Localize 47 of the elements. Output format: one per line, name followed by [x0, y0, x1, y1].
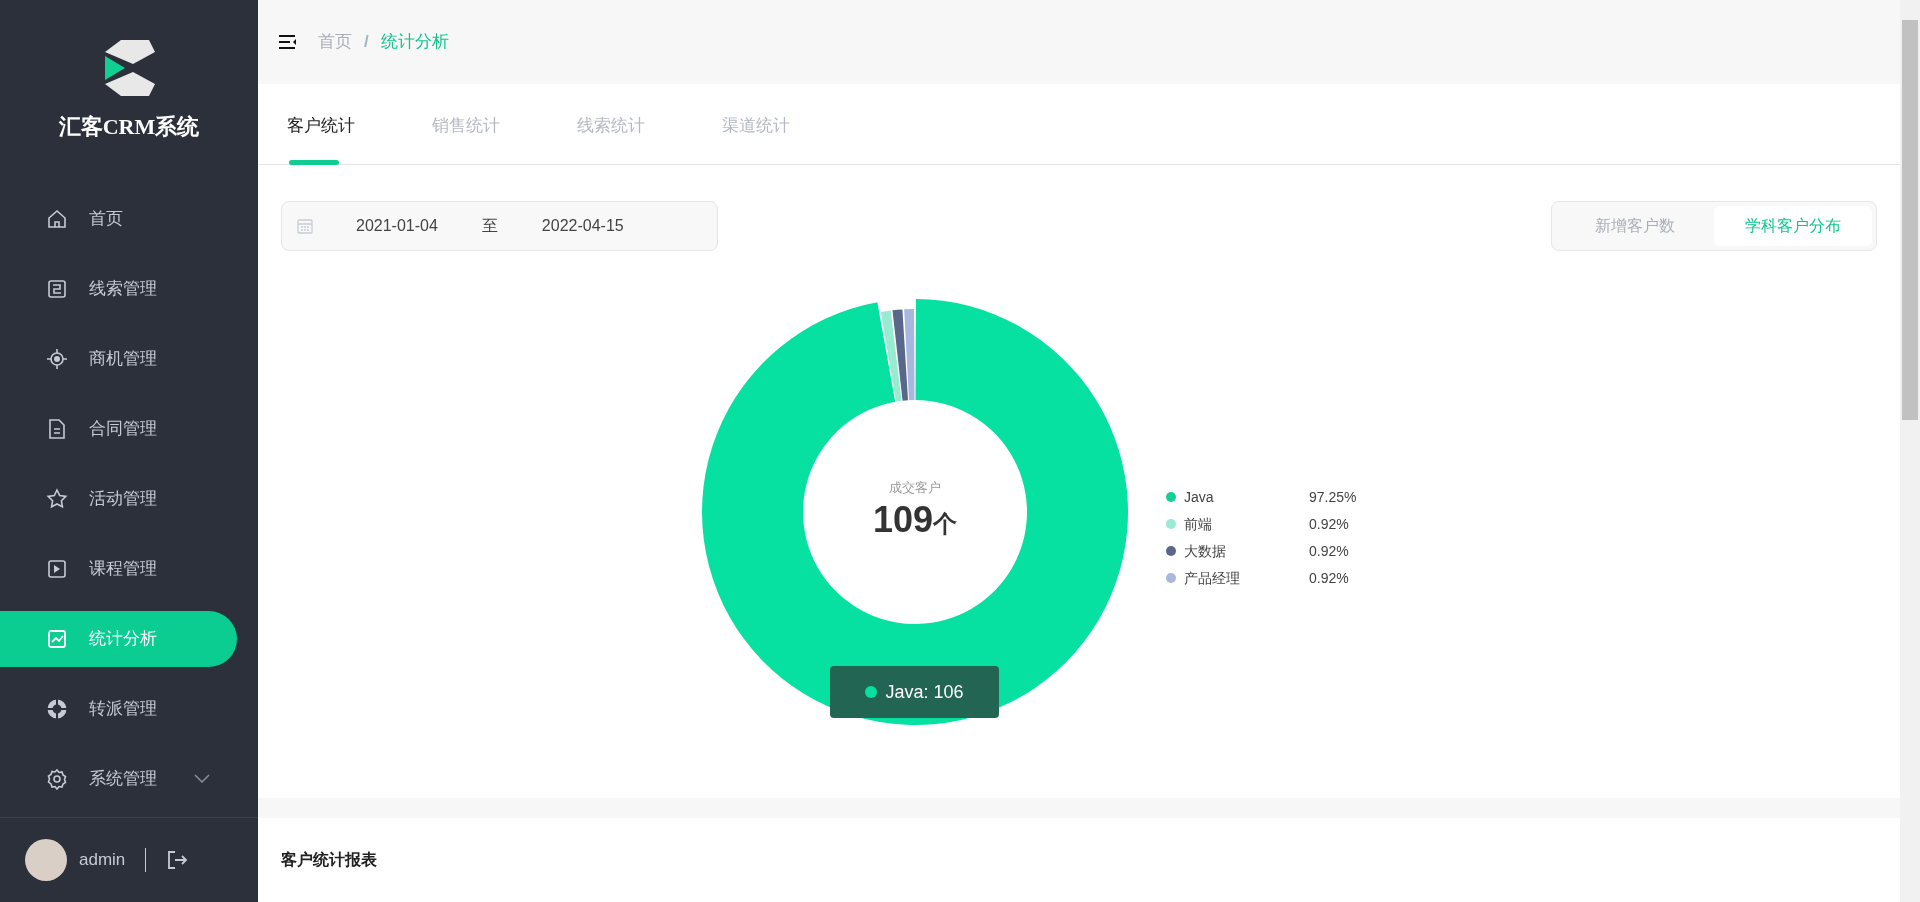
nav-item[interactable]: 系统管理 [0, 751, 237, 807]
date-range-field[interactable]: 2021-01-04 至 2022-04-15 [281, 201, 718, 251]
ring-icon [46, 698, 68, 720]
legend-value: 0.92% [1309, 568, 1349, 588]
nav-item[interactable]: 转派管理 [0, 681, 237, 737]
calendar-icon [297, 218, 313, 234]
home-icon [46, 208, 68, 230]
legend-label: 前端 [1184, 514, 1213, 534]
donut-slice[interactable] [892, 309, 909, 401]
target-icon [46, 348, 68, 370]
tooltip: Java: 106 [830, 666, 999, 718]
center-value: 109个 [872, 498, 958, 543]
tab[interactable]: 客户统计 [281, 84, 426, 164]
chevron-icon[interactable] [194, 774, 210, 784]
legend-label: 产品经理 [1184, 568, 1241, 588]
nav-item[interactable]: 课程管理 [0, 541, 237, 597]
section-title: 客户统计报表 [281, 851, 377, 868]
logout-icon[interactable] [166, 849, 189, 871]
range-separator: 至 [481, 216, 498, 236]
app-title: 汇客CRM系统 [58, 113, 200, 141]
document-icon [46, 278, 68, 300]
nav-item[interactable]: 活动管理 [0, 471, 237, 527]
avatar[interactable] [25, 839, 67, 881]
legend-value: 0.92% [1309, 514, 1349, 534]
play-icon [46, 558, 68, 580]
star-icon [46, 488, 68, 510]
nav-item[interactable]: 首页 [0, 191, 237, 247]
legend-label: Java [1184, 487, 1215, 507]
logo-icon [103, 38, 155, 98]
start-date: 2021-01-04 [356, 216, 438, 236]
legend-value: 97.25% [1309, 487, 1357, 507]
user-name: admin [79, 849, 126, 872]
donut-slice[interactable] [702, 299, 1128, 725]
breadcrumb-separator: / [364, 31, 369, 54]
nav-item[interactable]: 商机管理 [0, 331, 237, 387]
center-label: 成交客户 [889, 478, 941, 497]
donut-slice[interactable] [904, 309, 915, 401]
legend-value: 0.92% [1309, 541, 1349, 561]
document-icon [46, 418, 68, 440]
chart-icon [46, 628, 68, 650]
nav-item[interactable]: 合同管理 [0, 401, 237, 457]
donut-slice[interactable] [880, 310, 902, 402]
end-date: 2022-04-15 [541, 216, 624, 236]
nav-item[interactable]: 线索管理 [0, 261, 237, 317]
legend-label: 大数据 [1184, 541, 1227, 561]
menu-icon[interactable] [278, 34, 298, 50]
settings-icon [46, 768, 68, 790]
